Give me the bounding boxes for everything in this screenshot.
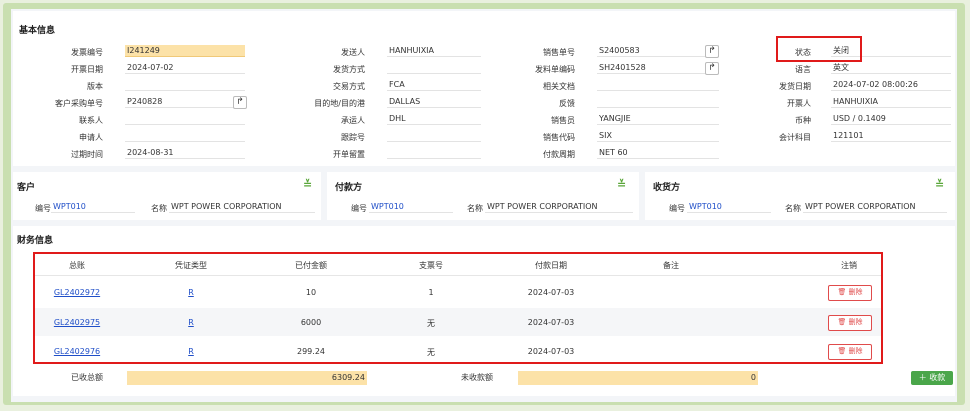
destination-label: 目的地/目的港 <box>314 99 365 108</box>
consignee-name-label: 名称 <box>785 204 801 213</box>
consignee-code-link[interactable]: WPT010 <box>687 201 771 213</box>
ship-method-field[interactable] <box>387 62 481 74</box>
tracking-label: 跟踪号 <box>341 133 365 142</box>
applicant-label: 申请人 <box>79 133 103 142</box>
customer-po-label: 客户采购单号 <box>55 99 103 108</box>
plus-icon: ＋ <box>918 373 927 382</box>
payment-term-field[interactable]: NET 60 <box>597 147 719 159</box>
tracking-field[interactable] <box>387 130 481 142</box>
sender-label: 发送人 <box>341 48 365 57</box>
payer-name-label: 名称 <box>467 204 483 213</box>
invoice-date-label: 开票日期 <box>71 65 103 74</box>
billing-hold-field[interactable] <box>387 147 481 159</box>
consignee-name-field[interactable]: WPT POWER CORPORATION <box>803 201 947 213</box>
currency-field[interactable]: USD / 0.1409 <box>831 113 951 125</box>
invoice-date-field[interactable]: 2024-07-02 <box>125 62 245 74</box>
currency-label: 币种 <box>795 116 811 125</box>
account-label: 会计科目 <box>779 133 811 142</box>
ship-date-label: 发货日期 <box>779 82 811 91</box>
carrier-label: 承运人 <box>341 116 365 125</box>
applicant-field[interactable] <box>125 130 245 142</box>
related-docs-label: 相关文档 <box>543 82 575 91</box>
share-arrow-icon[interactable]: ↱ <box>705 62 719 75</box>
destination-field[interactable]: DALLAS <box>387 96 481 108</box>
basic-info-title: 基本信息 <box>19 26 56 36</box>
feedback-label: 反馈 <box>559 99 575 108</box>
finance-table-annotation-box <box>33 252 883 364</box>
account-field[interactable]: 121101 <box>831 130 951 142</box>
customer-name-label: 名称 <box>151 204 167 213</box>
payer-code-label: 编号 <box>351 204 367 213</box>
status-annotation-box <box>776 36 862 62</box>
page-content: 基本信息 发票编号 I241249 开票日期 2024-07-02 版本 客户采… <box>11 9 957 402</box>
sales-code-field[interactable]: SIX <box>597 130 719 142</box>
consignee-code-label: 编号 <box>669 204 685 213</box>
received-total-field[interactable]: 6309.24 <box>127 371 367 385</box>
language-field[interactable]: 英文 <box>831 62 951 74</box>
invoice-no-field[interactable]: I241249 <box>125 45 245 57</box>
sales-order-field[interactable]: S2400583 <box>597 45 719 57</box>
expiry-field[interactable]: 2024-08-31 <box>125 147 245 159</box>
payer-name-field[interactable]: WPT POWER CORPORATION <box>485 201 633 213</box>
ship-method-label: 发货方式 <box>333 65 365 74</box>
sender-field[interactable]: HANHUIXIA <box>387 45 481 57</box>
customer-code-link[interactable]: WPT010 <box>51 201 135 213</box>
trade-term-label: 交易方式 <box>333 82 365 91</box>
consignee-title: 收货方 <box>653 183 681 193</box>
payer-card: 付款方 ≚ 编号 WPT010 名称 WPT POWER CORPORATION <box>327 172 639 220</box>
payer-title: 付款方 <box>335 183 363 193</box>
salesperson-label: 销售员 <box>551 116 575 125</box>
received-total-label: 已收总额 <box>71 373 103 382</box>
issuer-label: 开票人 <box>787 99 811 108</box>
invoice-no-label: 发票编号 <box>71 48 103 57</box>
payment-term-label: 付款周期 <box>543 150 575 159</box>
finance-card: 财务信息 总账 凭证类型 已付金额 支票号 付款日期 备注 注销 GL24029… <box>13 226 955 396</box>
sales-order-label: 销售单号 <box>543 48 575 57</box>
feedback-field[interactable] <box>597 96 719 108</box>
window-frame: 基本信息 发票编号 I241249 开票日期 2024-07-02 版本 客户采… <box>3 3 965 405</box>
language-label: 语言 <box>795 65 811 74</box>
chevron-double-down-icon[interactable]: ≚ <box>303 179 312 190</box>
customer-po-field[interactable]: P240828 <box>125 96 245 108</box>
sales-code-label: 销售代码 <box>543 133 575 142</box>
contact-label: 联系人 <box>79 116 103 125</box>
outstanding-field[interactable]: 0 <box>518 371 758 385</box>
version-label: 版本 <box>87 82 103 91</box>
issue-no-field[interactable]: SH2401528 <box>597 62 719 74</box>
finance-title: 财务信息 <box>17 236 54 246</box>
contact-field[interactable] <box>125 113 245 125</box>
customer-card: 客户 ≚ 编号 WPT010 名称 WPT POWER CORPORATION <box>13 172 321 220</box>
salesperson-field[interactable]: YANGJIE <box>597 113 719 125</box>
payer-code-link[interactable]: WPT010 <box>369 201 453 213</box>
collect-label: 收款 <box>929 373 946 382</box>
carrier-field[interactable]: DHL <box>387 113 481 125</box>
basic-info-card: 基本信息 发票编号 I241249 开票日期 2024-07-02 版本 客户采… <box>13 11 955 166</box>
trade-term-field[interactable]: FCA <box>387 79 481 91</box>
outstanding-label: 未收款额 <box>461 373 493 382</box>
collect-button[interactable]: ＋ 收款 <box>911 371 953 385</box>
ship-date-field[interactable]: 2024-07-02 08:00:26 <box>831 79 951 91</box>
consignee-card: 收货方 ≚ 编号 WPT010 名称 WPT POWER CORPORATION <box>645 172 955 220</box>
billing-hold-label: 开单留置 <box>333 150 365 159</box>
issue-no-label: 发料单编码 <box>535 65 575 74</box>
related-docs-field[interactable] <box>597 79 719 91</box>
customer-name-field[interactable]: WPT POWER CORPORATION <box>169 201 315 213</box>
version-field[interactable] <box>125 79 245 91</box>
share-arrow-icon[interactable]: ↱ <box>705 45 719 58</box>
expiry-label: 过期时间 <box>71 150 103 159</box>
share-arrow-icon[interactable]: ↱ <box>233 96 247 109</box>
customer-title: 客户 <box>17 183 36 193</box>
chevron-double-down-icon[interactable]: ≚ <box>935 179 944 190</box>
chevron-double-down-icon[interactable]: ≚ <box>617 179 626 190</box>
issuer-field[interactable]: HANHUIXIA <box>831 96 951 108</box>
customer-code-label: 编号 <box>35 204 51 213</box>
